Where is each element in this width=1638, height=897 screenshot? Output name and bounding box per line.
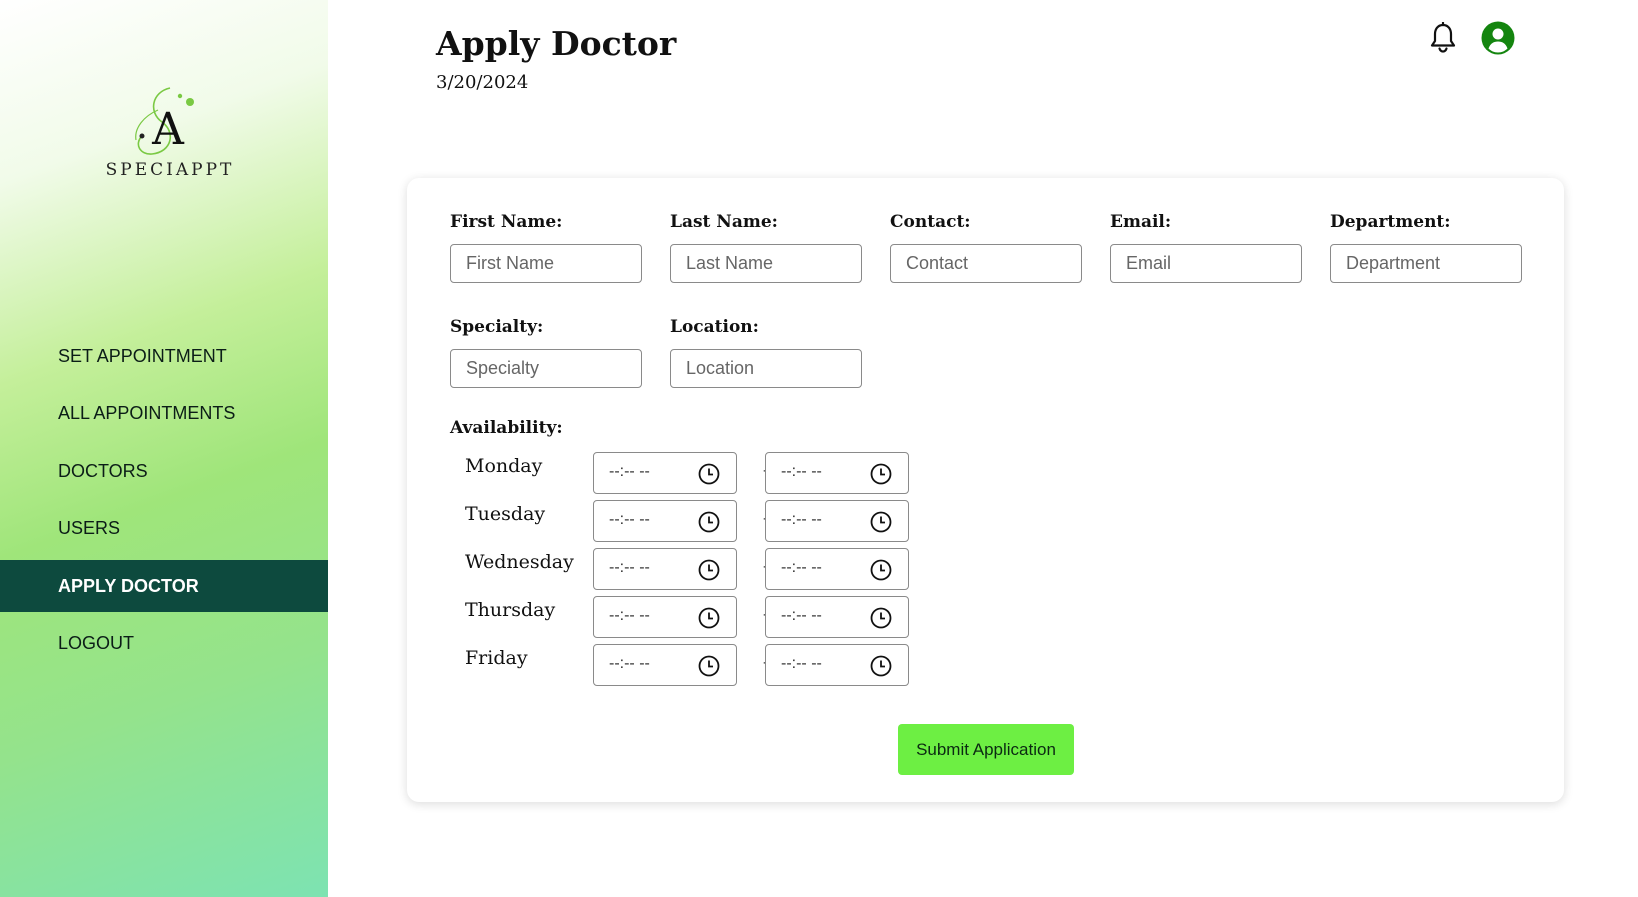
- clock-icon[interactable]: [697, 510, 721, 534]
- location-field: Location:: [670, 315, 862, 388]
- first-name-input[interactable]: [450, 244, 642, 283]
- location-label: Location:: [670, 317, 759, 337]
- time-value: --:-- --: [781, 559, 822, 576]
- contact-label: Contact:: [890, 212, 971, 232]
- clock-icon[interactable]: [869, 510, 893, 534]
- clock-icon[interactable]: [869, 462, 893, 486]
- thursday-start-time-input[interactable]: --:-- --: [593, 596, 737, 638]
- brand-name: SPECIAPPT: [105, 160, 235, 180]
- time-value: --:-- --: [781, 655, 822, 672]
- sidebar-item-all-appointments[interactable]: ALL APPOINTMENTS: [0, 388, 328, 440]
- last-name-input[interactable]: [670, 244, 862, 283]
- specialty-label: Specialty:: [450, 317, 544, 337]
- availability-row-monday: Monday --:-- -- - --:-- --: [465, 452, 909, 494]
- wednesday-start-time-input[interactable]: --:-- --: [593, 548, 737, 590]
- bell-icon[interactable]: [1428, 21, 1458, 54]
- sidebar-item-doctors[interactable]: DOCTORS: [0, 445, 328, 497]
- monday-end-time-input[interactable]: --:-- --: [765, 452, 909, 494]
- specialty-input[interactable]: [450, 349, 642, 388]
- svg-text:A: A: [151, 104, 185, 155]
- apply-doctor-form: First Name: Last Name: Contact: Email: D…: [407, 178, 1564, 802]
- sidebar-item-set-appointment[interactable]: SET APPOINTMENT: [0, 330, 328, 382]
- tuesday-end-time-input[interactable]: --:-- --: [765, 500, 909, 542]
- availability-row-thursday: Thursday --:-- -- - --:-- --: [465, 596, 909, 638]
- time-value: --:-- --: [781, 511, 822, 528]
- day-label: Thursday: [465, 599, 556, 621]
- department-field: Department:: [1330, 210, 1522, 283]
- sidebar-item-logout[interactable]: LOGOUT: [0, 618, 328, 670]
- logo-mark-icon: A: [135, 87, 194, 155]
- clock-icon[interactable]: [869, 606, 893, 630]
- tuesday-start-time-input[interactable]: --:-- --: [593, 500, 737, 542]
- sidebar-nav: SET APPOINTMENT ALL APPOINTMENTS DOCTORS…: [0, 330, 328, 675]
- email-input[interactable]: [1110, 244, 1302, 283]
- sidebar-item-label: USERS: [58, 518, 121, 538]
- contact-input[interactable]: [890, 244, 1082, 283]
- clock-icon[interactable]: [697, 462, 721, 486]
- clock-icon[interactable]: [697, 558, 721, 582]
- specialty-field: Specialty:: [450, 315, 642, 388]
- availability-row-friday: Friday --:-- -- - --:-- --: [465, 644, 909, 686]
- sidebar-item-apply-doctor[interactable]: APPLY DOCTOR: [0, 560, 328, 612]
- day-label: Wednesday: [465, 551, 574, 573]
- sidebar-item-label: LOGOUT: [58, 633, 135, 653]
- friday-end-time-input[interactable]: --:-- --: [765, 644, 909, 686]
- sidebar: A SPECIAPPT SET APPOINTMENT ALL APPOINTM…: [0, 0, 328, 897]
- sidebar-item-label: ALL APPOINTMENTS: [58, 403, 236, 423]
- speciappt-logo[interactable]: A SPECIAPPT: [100, 82, 240, 182]
- email-label: Email:: [1110, 212, 1172, 232]
- availability-row-tuesday: Tuesday --:-- -- - --:-- --: [465, 500, 909, 542]
- sidebar-item-label: SET APPOINTMENT: [58, 345, 227, 366]
- monday-start-time-input[interactable]: --:-- --: [593, 452, 737, 494]
- time-value: --:-- --: [781, 463, 822, 480]
- clock-icon[interactable]: [697, 654, 721, 678]
- clock-icon[interactable]: [869, 654, 893, 678]
- department-label: Department:: [1330, 212, 1451, 232]
- department-input[interactable]: [1330, 244, 1522, 283]
- clock-icon[interactable]: [697, 606, 721, 630]
- submit-application-button[interactable]: Submit Application: [898, 724, 1074, 775]
- sidebar-item-label: APPLY DOCTOR: [58, 575, 199, 596]
- last-name-label: Last Name:: [670, 212, 778, 232]
- clock-icon[interactable]: [869, 558, 893, 582]
- sidebar-item-users[interactable]: USERS: [0, 503, 328, 555]
- last-name-field: Last Name:: [670, 210, 862, 283]
- availability-row-wednesday: Wednesday --:-- -- - --:-- --: [465, 548, 909, 590]
- friday-start-time-input[interactable]: --:-- --: [593, 644, 737, 686]
- first-name-field: First Name:: [450, 210, 642, 283]
- page-date: 3/20/2024: [436, 72, 529, 93]
- time-value: --:-- --: [609, 511, 650, 528]
- page-title: Apply Doctor: [436, 24, 677, 63]
- time-value: --:-- --: [609, 655, 650, 672]
- time-value: --:-- --: [781, 607, 822, 624]
- time-value: --:-- --: [609, 559, 650, 576]
- account-icon[interactable]: [1480, 20, 1516, 56]
- first-name-label: First Name:: [450, 212, 563, 232]
- wednesday-end-time-input[interactable]: --:-- --: [765, 548, 909, 590]
- sidebar-item-label: DOCTORS: [58, 460, 148, 481]
- day-label: Monday: [465, 455, 543, 477]
- time-value: --:-- --: [609, 607, 650, 624]
- availability-label: Availability:: [450, 418, 563, 438]
- day-label: Friday: [465, 647, 528, 669]
- email-field: Email:: [1110, 210, 1302, 283]
- time-value: --:-- --: [609, 463, 650, 480]
- location-input[interactable]: [670, 349, 862, 388]
- thursday-end-time-input[interactable]: --:-- --: [765, 596, 909, 638]
- day-label: Tuesday: [465, 503, 546, 525]
- contact-field: Contact:: [890, 210, 1082, 283]
